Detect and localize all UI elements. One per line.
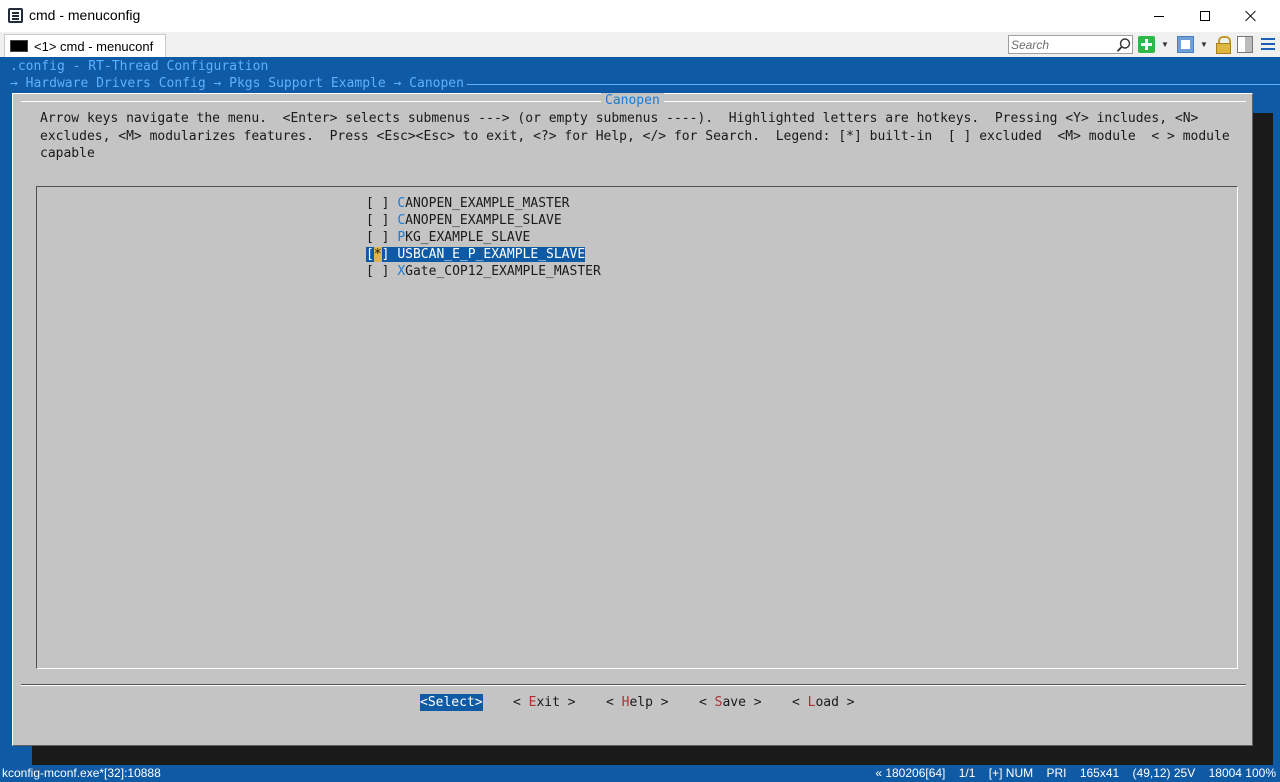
window-title: cmd - menuconfig: [29, 7, 141, 23]
maximize-icon: [1200, 11, 1210, 21]
checkbox[interactable]: [ ]: [366, 196, 389, 211]
panel-view-dropdown-icon[interactable]: ▼: [1200, 40, 1208, 57]
console-size[interactable]: 165x41: [1080, 766, 1119, 780]
select-button[interactable]: <Select>: [420, 694, 483, 711]
text-cursor: *: [373, 247, 382, 262]
close-button[interactable]: [1228, 0, 1274, 32]
hamburger-menu-icon[interactable]: [1260, 36, 1276, 53]
window-titlebar: cmd - menuconfig: [0, 0, 1280, 32]
panel-view-button[interactable]: [1177, 36, 1194, 53]
menu-list: [ ] CANOPEN_EXAMPLE_MASTER [ ] CANOPEN_E…: [36, 186, 1238, 669]
breadcrumb-rule: [467, 84, 1280, 85]
cursor-position[interactable]: (49,12) 25V: [1133, 766, 1196, 780]
console-tab[interactable]: <1> cmd - menuconf: [4, 34, 166, 57]
dialog-title: Canopen: [601, 93, 664, 108]
status-bar: kconfig-mconf.exe*[32]:10888 « 180206[64…: [0, 765, 1280, 782]
minimize-button[interactable]: [1136, 0, 1182, 32]
terminal-icon: [10, 40, 28, 52]
search-icon[interactable]: [1116, 37, 1132, 53]
minimize-icon: [1154, 15, 1164, 17]
help-text: Arrow keys navigate the menu. <Enter> se…: [40, 111, 1230, 161]
hotkey-letter: P: [397, 230, 406, 245]
buffer-info[interactable]: « 180206[64]: [875, 766, 945, 780]
search-box: [1008, 35, 1133, 54]
menu-item-label: Gate_COP12_EXAMPLE_MASTER: [405, 264, 601, 279]
maximize-button[interactable]: [1182, 0, 1228, 32]
process-name[interactable]: kconfig-mconf.exe*[32]:10888: [2, 766, 161, 780]
help-button[interactable]: < Help >: [606, 694, 669, 711]
menu-item-usbcan-e-p-example-slave[interactable]: [*] USBCAN_E_P_EXAMPLE_SLAVE: [366, 246, 586, 263]
hotkey-letter: C: [397, 196, 406, 211]
console-area[interactable]: .config - RT-Thread Configuration → Hard…: [0, 57, 1280, 765]
close-icon: [1245, 10, 1257, 22]
new-console-button[interactable]: [1138, 36, 1155, 53]
new-console-dropdown-icon[interactable]: ▼: [1161, 40, 1169, 57]
menu-item-label: KG_EXAMPLE_SLAVE: [405, 230, 531, 245]
menuconfig-dialog: Canopen Arrow keys navigate the menu. <E…: [12, 93, 1253, 746]
checkbox[interactable]: [ ]: [366, 230, 389, 245]
config-title-line: .config - RT-Thread Configuration: [10, 59, 269, 74]
menu-item-label: ANOPEN_EXAMPLE_SLAVE: [405, 213, 562, 228]
keyboard-mode[interactable]: [+] NUM: [989, 766, 1033, 780]
checkbox-open-bracket[interactable]: [: [366, 247, 374, 262]
split-view-button[interactable]: [1237, 36, 1253, 53]
menu-item-pkg-example-slave[interactable]: [ ] PKG_EXAMPLE_SLAVE: [366, 229, 530, 246]
console-tab-label: <1> cmd - menuconf: [34, 39, 154, 54]
load-button[interactable]: < Load >: [792, 694, 855, 711]
console-page[interactable]: 1/1: [959, 766, 976, 780]
tab-toolbar: <1> cmd - menuconf ▼ ▼: [0, 32, 1280, 57]
exit-button[interactable]: < Exit >: [513, 694, 576, 711]
console-app-icon: [8, 8, 23, 23]
hotkey-letter: C: [397, 213, 406, 228]
status-info: « 180206[64] 1/1 [+] NUM PRI 165x41 (49,…: [865, 766, 1276, 780]
pid-zoom[interactable]: 18004 100%: [1209, 766, 1276, 780]
breadcrumb: → Hardware Drivers Config → Pkgs Support…: [10, 76, 472, 91]
menu-item-xgate-cop12-example-master[interactable]: [ ] XGate_COP12_EXAMPLE_MASTER: [366, 263, 601, 280]
save-button[interactable]: < Save >: [699, 694, 762, 711]
search-input[interactable]: [1011, 37, 1111, 52]
menu-item-label: USBCAN_E_P_EXAMPLE_SLAVE: [397, 247, 586, 262]
priority[interactable]: PRI: [1046, 766, 1066, 780]
checkbox[interactable]: [ ]: [366, 264, 389, 279]
lock-icon[interactable]: [1215, 36, 1231, 54]
button-divider-highlight: [21, 685, 1246, 686]
hotkey-letter: X: [397, 264, 406, 279]
dialog-shadow: [32, 745, 1273, 765]
checkbox[interactable]: [ ]: [366, 213, 389, 228]
menu-item-label: ANOPEN_EXAMPLE_MASTER: [405, 196, 570, 211]
menu-item-canopen-example-slave[interactable]: [ ] CANOPEN_EXAMPLE_SLAVE: [366, 212, 562, 229]
dialog-shadow-right: [1253, 113, 1273, 765]
menu-item-canopen-example-master[interactable]: [ ] CANOPEN_EXAMPLE_MASTER: [366, 195, 570, 212]
